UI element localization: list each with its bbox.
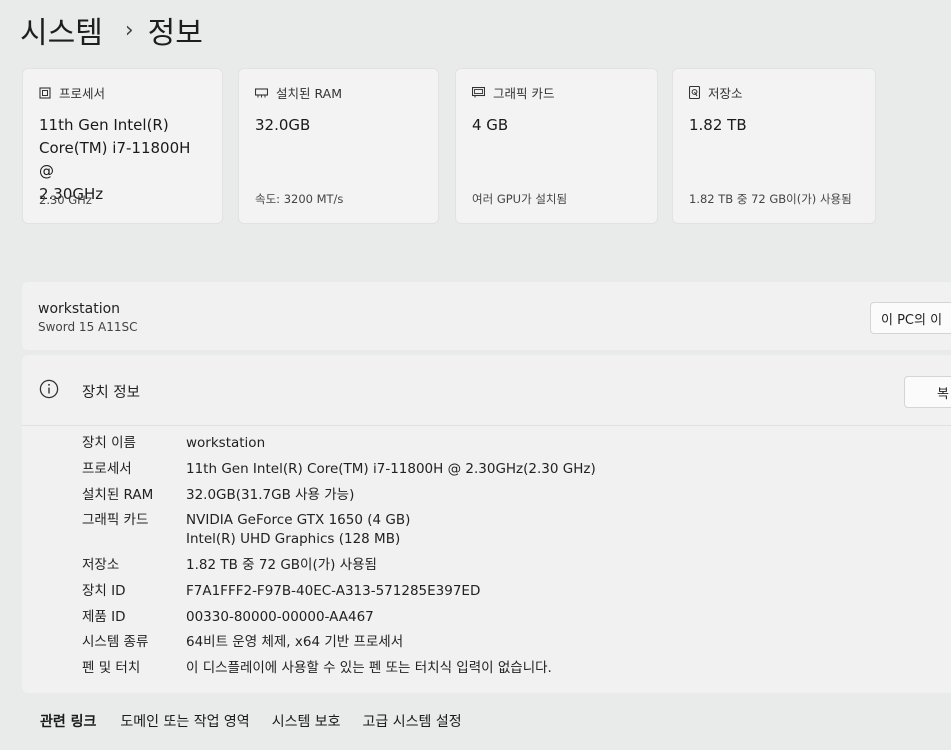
spec-value: Intel(R) UHD Graphics (128 MB) [186, 531, 401, 547]
device-specs-title: 장치 정보 [82, 385, 140, 401]
processor-card-sub: 2.30 GHz [39, 193, 92, 207]
link-advanced-system-settings[interactable]: 고급 시스템 설정 [363, 711, 462, 731]
ram-card-value: 32.0GB [255, 116, 311, 134]
related-links: 관련 링크 도메인 또는 작업 영역 시스템 보호 고급 시스템 설정 [40, 711, 484, 731]
spec-label: 장치 이름 [82, 435, 136, 451]
spec-value: 이 디스플레이에 사용할 수 있는 펜 또는 터치식 입력이 없습니다. [186, 660, 552, 676]
ram-card-sub: 속도: 3200 MT/s [255, 192, 344, 206]
graphics-card: 그래픽 카드 4 GB 여러 GPU가 설치됨 [455, 68, 658, 224]
storage-card-sub: 1.82 TB 중 72 GB이(가) 사용됨 [689, 192, 852, 206]
chevron-right-icon: › [124, 17, 134, 43]
pc-name: workstation [38, 301, 121, 317]
storage-icon [689, 86, 700, 99]
graphics-card-sub: 여러 GPU가 설치됨 [472, 192, 568, 206]
link-domain-workgroup[interactable]: 도메인 또는 작업 영역 [120, 711, 249, 731]
graphics-card-icon [472, 87, 485, 98]
spec-label: 설치된 RAM [82, 487, 154, 503]
spec-value: 00330-80000-00000-AA467 [186, 609, 374, 625]
processor-card-label: 프로세서 [59, 86, 106, 101]
device-specs-panel: 장치 정보 복 장치 이름 workstation 프로세서 11th Gen … [22, 355, 951, 693]
ram-icon [255, 87, 268, 97]
spec-label: 프로세서 [82, 461, 132, 477]
info-icon [39, 379, 59, 399]
storage-card-label: 저장소 [708, 86, 743, 101]
breadcrumb-parent[interactable]: 시스템 [20, 8, 103, 52]
spec-value: F7A1FFF2-F97B-40EC-A313-571285E397ED [186, 583, 481, 599]
spec-label: 저장소 [82, 557, 120, 573]
pc-name-panel: workstation Sword 15 A11SC 이 PC의 이 [22, 282, 951, 350]
related-links-header: 관련 링크 [40, 714, 97, 730]
processor-card-value-line: Core(TM) i7-11800H @ [39, 139, 191, 180]
processor-icon [39, 86, 51, 99]
spec-value: workstation [186, 435, 266, 451]
processor-card: 프로세서 11th Gen Intel(R) Core(TM) i7-11800… [22, 68, 223, 224]
pc-model: Sword 15 A11SC [38, 320, 138, 334]
ram-card-label: 설치된 RAM [276, 86, 342, 101]
spec-label: 펜 및 터치 [82, 660, 141, 676]
spec-label: 그래픽 카드 [82, 512, 149, 528]
storage-card: 저장소 1.82 TB 1.82 TB 중 72 GB이(가) 사용됨 [672, 68, 876, 224]
divider [22, 425, 951, 426]
page-title: 정보 [147, 16, 203, 51]
ram-card: 설치된 RAM 32.0GB 속도: 3200 MT/s [238, 68, 439, 224]
device-specs-header[interactable]: 장치 정보 복 [22, 355, 951, 425]
rename-pc-button[interactable]: 이 PC의 이 [870, 302, 951, 334]
storage-card-value: 1.82 TB [689, 116, 747, 134]
spec-value: 32.0GB(31.7GB 사용 가능) [186, 487, 355, 503]
spec-value: NVIDIA GeForce GTX 1650 (4 GB) [186, 512, 411, 528]
graphics-card-value: 4 GB [472, 116, 509, 134]
processor-card-value-line: 11th Gen Intel(R) [39, 116, 169, 134]
spec-value: 1.82 TB 중 72 GB이(가) 사용됨 [186, 557, 377, 573]
copy-button[interactable]: 복 [904, 376, 951, 408]
spec-label: 장치 ID [82, 583, 126, 599]
spec-value: 64비트 운영 체제, x64 기반 프로세서 [186, 634, 404, 650]
spec-value: 11th Gen Intel(R) Core(TM) i7-11800H @ 2… [186, 461, 596, 477]
breadcrumb: 시스템 › 정보 [20, 8, 203, 52]
link-system-protection[interactable]: 시스템 보호 [272, 711, 341, 731]
graphics-card-label: 그래픽 카드 [493, 86, 555, 101]
spec-label: 제품 ID [82, 609, 126, 625]
spec-label: 시스템 종류 [82, 634, 149, 650]
